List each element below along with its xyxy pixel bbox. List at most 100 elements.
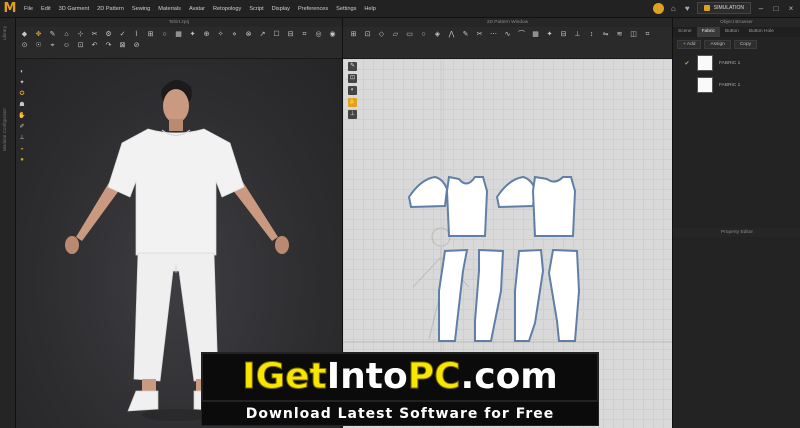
menu-materials[interactable]: Materials — [154, 0, 185, 18]
fabric-list-item[interactable]: FABRIC 1 — [673, 75, 800, 95]
cut-icon[interactable]: ✂ — [475, 30, 484, 39]
edit-texture-icon[interactable]: ▦ — [531, 30, 540, 39]
zipper-icon[interactable]: ⊞ — [146, 30, 155, 39]
menu-help[interactable]: Help — [360, 0, 380, 18]
menu-file[interactable]: File — [20, 0, 37, 18]
menu-sewing[interactable]: Sewing — [128, 0, 154, 18]
arrangement-icon[interactable]: ⊗ — [244, 30, 253, 39]
shoe-tool-icon[interactable]: ◒ — [18, 145, 26, 153]
grid-icon[interactable]: ⊟ — [286, 30, 295, 39]
copy-button[interactable]: Copy — [733, 40, 758, 49]
lock-icon[interactable]: ⊘ — [132, 41, 141, 50]
ruler-tool-icon[interactable]: ⊥ — [18, 134, 26, 142]
trace-icon[interactable]: ✎ — [461, 30, 470, 39]
fold-icon[interactable]: ✂ — [90, 30, 99, 39]
avatar-display-icon[interactable]: ☺ — [62, 41, 71, 50]
fabric-icon[interactable]: ⌗ — [300, 30, 309, 39]
tab-fabric[interactable]: Fabric — [696, 27, 720, 37]
seam-allowance-icon[interactable]: ⊟ — [559, 30, 568, 39]
shading-icon[interactable]: ◎ — [314, 30, 323, 39]
camera-icon[interactable]: ☐ — [272, 30, 281, 39]
graphic-icon[interactable]: ✦ — [188, 30, 197, 39]
graphic-2d-icon[interactable]: ✦ — [545, 30, 554, 39]
rectangle-icon[interactable]: ▭ — [405, 30, 414, 39]
pose-tool-icon[interactable]: ✦ — [18, 79, 26, 87]
menu-settings[interactable]: Settings — [332, 0, 360, 18]
menu-display[interactable]: Display — [268, 0, 294, 18]
menu-2d-pattern[interactable]: 2D Pattern — [93, 0, 128, 18]
polygon-icon[interactable]: ▱ — [391, 30, 400, 39]
free-sewing-icon[interactable]: ∿ — [503, 30, 512, 39]
snapshot-icon[interactable]: ⊠ — [118, 41, 127, 50]
tape-icon[interactable]: ⋄ — [230, 30, 239, 39]
menu-script[interactable]: Script — [245, 0, 267, 18]
shirt-icon[interactable]: ♥ — [683, 4, 692, 13]
brush-tool-icon[interactable]: ✐ — [18, 123, 26, 131]
trim-icon[interactable]: ⊕ — [202, 30, 211, 39]
measure-icon[interactable]: ⊹ — [76, 30, 85, 39]
select-tool-icon[interactable]: ⊡ — [348, 74, 357, 83]
button-icon[interactable]: ○ — [160, 30, 169, 39]
garment-display-icon[interactable]: ⊡ — [76, 41, 85, 50]
library-tab[interactable]: Library — [2, 26, 7, 40]
pattern-display-icon[interactable]: ◫ — [629, 30, 638, 39]
home-icon[interactable]: ⌂ — [669, 4, 678, 13]
symmetry-icon[interactable]: ⇋ — [601, 30, 610, 39]
tab-button[interactable]: Button — [720, 27, 744, 37]
simulation-button[interactable]: SIMULATION — [696, 2, 751, 14]
notch-icon[interactable]: ⊥ — [573, 30, 582, 39]
texture-icon[interactable]: ▦ — [174, 30, 183, 39]
segment-sewing-icon[interactable]: ⋯ — [489, 30, 498, 39]
hand-tool-icon[interactable]: ✋ — [18, 112, 26, 120]
tab-scene[interactable]: Scene — [673, 27, 697, 37]
maximize-icon[interactable]: □ — [771, 4, 781, 13]
menu-edit[interactable]: Edit — [37, 0, 55, 18]
coin-icon[interactable] — [652, 2, 664, 14]
menu-avatar[interactable]: Avatar — [185, 0, 209, 18]
sewing-icon[interactable]: ✓ — [118, 30, 127, 39]
transform-pattern-icon[interactable]: ⊞ — [349, 30, 358, 39]
stress-map-icon[interactable]: ◉ — [328, 30, 337, 39]
tack-icon[interactable]: ⌂ — [62, 30, 71, 39]
modular-configurator-tab[interactable]: Modular Configurator — [2, 108, 7, 151]
avatar-tool-icon[interactable]: ◐ — [18, 68, 26, 76]
minimize-icon[interactable]: – — [756, 4, 766, 13]
circle-icon[interactable]: ○ — [419, 30, 428, 39]
person-tool-icon[interactable]: ☗ — [18, 101, 26, 109]
pants-pattern-1 — [438, 248, 469, 342]
assign-button[interactable]: Assign — [704, 40, 731, 49]
fit-map-icon[interactable]: ☉ — [34, 41, 43, 50]
strain-map-icon[interactable]: ⊙ — [20, 41, 29, 50]
hanger-tool-icon[interactable]: ✪ — [18, 90, 26, 98]
move-icon[interactable]: ✥ — [34, 30, 43, 39]
weld-tool-icon[interactable]: ◐ — [348, 86, 357, 95]
pattern-grid-icon[interactable]: ⌗ — [643, 30, 652, 39]
ruler-2d-tool-icon[interactable]: ⊥ — [348, 110, 357, 119]
close-icon[interactable]: × — [786, 4, 796, 13]
grain-icon[interactable]: ↕ — [587, 30, 596, 39]
hand-2d-tool-icon[interactable]: ✋ — [348, 98, 357, 107]
fabric-list-item[interactable]: ✔ FABRIC 1 — [673, 53, 800, 73]
avatar-measure-icon[interactable]: ✧ — [216, 30, 225, 39]
add-fabric-button[interactable]: + Add — [677, 40, 702, 49]
topstitch-icon[interactable]: ⌇ — [132, 30, 141, 39]
dart-icon[interactable]: ⋀ — [447, 30, 456, 39]
menu-3d-garment[interactable]: 3D Garment — [55, 0, 93, 18]
x-ray-icon[interactable]: ⌖ — [48, 41, 57, 50]
select-mesh-icon[interactable]: ◆ — [20, 30, 29, 39]
pencil-tool-icon[interactable]: ✎ — [348, 62, 357, 71]
fold-arrangement-icon[interactable]: ⌒ — [517, 30, 526, 39]
pose-icon[interactable]: ↗ — [258, 30, 267, 39]
tab-button-hole[interactable]: Button Hole — [744, 27, 779, 37]
edit-curve-icon[interactable]: ◇ — [377, 30, 386, 39]
internal-polygon-icon[interactable]: ◈ — [433, 30, 442, 39]
menu-preferences[interactable]: Preferences — [294, 0, 332, 18]
arrangement-tool-icon[interactable]: ● — [18, 156, 26, 164]
undo-icon[interactable]: ↶ — [90, 41, 99, 50]
redo-icon[interactable]: ↷ — [104, 41, 113, 50]
menu-retopology[interactable]: Retopology — [209, 0, 245, 18]
brush-icon[interactable]: ⚙ — [104, 30, 113, 39]
puckering-icon[interactable]: ≋ — [615, 30, 624, 39]
pin-icon[interactable]: ✎ — [48, 30, 57, 39]
edit-pattern-icon[interactable]: ⊡ — [363, 30, 372, 39]
